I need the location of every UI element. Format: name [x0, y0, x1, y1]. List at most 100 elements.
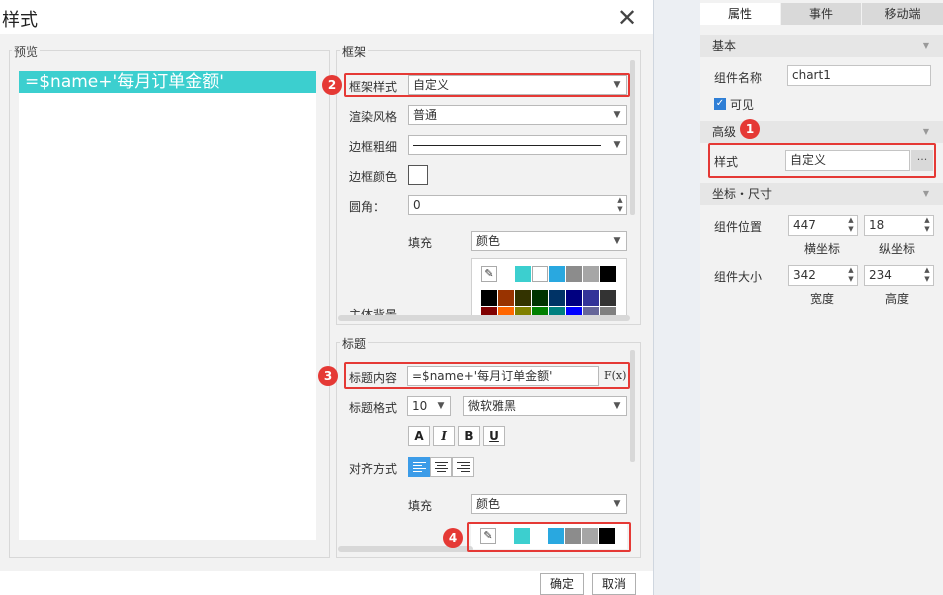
highlight-title-palette	[467, 522, 631, 552]
color-swatch[interactable]	[549, 290, 565, 306]
x-position-value: 447	[793, 218, 816, 232]
color-swatch[interactable]	[566, 307, 582, 315]
preview-label: 预览	[12, 43, 41, 60]
color-swatch[interactable]	[566, 290, 582, 306]
color-swatch[interactable]	[566, 266, 582, 282]
stepper-icon[interactable]: ▲ ▼	[921, 216, 933, 235]
color-swatch[interactable]	[600, 307, 616, 315]
highlight-style-field	[708, 143, 936, 178]
font-size-value: 10	[412, 399, 428, 413]
section-basic-label: 基本	[712, 39, 737, 53]
align-center-icon[interactable]	[430, 457, 452, 477]
stepper-icon[interactable]: ▲ ▼	[921, 266, 933, 285]
italic-button[interactable]: I	[433, 426, 455, 446]
section-advanced[interactable]: 高级 ▼	[700, 121, 943, 143]
chevron-down-icon: ▼	[613, 140, 621, 150]
tab-properties[interactable]: 属性	[700, 3, 780, 25]
frame-fill-value: 颜色	[476, 234, 501, 248]
color-swatch[interactable]	[515, 290, 531, 306]
radius-input[interactable]: 0 ▲ ▼	[408, 195, 627, 215]
color-swatch[interactable]	[583, 266, 599, 282]
frame-color-palette: ✎	[471, 258, 627, 315]
preview-canvas: =$name+'每月订单金额'	[19, 71, 316, 540]
height-caption: 高度	[885, 292, 910, 306]
color-swatch[interactable]	[600, 266, 616, 282]
border-line-preview	[413, 145, 601, 146]
stepper-icon[interactable]: ▲ ▼	[845, 266, 857, 285]
component-name-input[interactable]: chart1	[787, 65, 931, 86]
color-swatch[interactable]	[532, 266, 548, 282]
width-input[interactable]: 342 ▲ ▼	[788, 265, 858, 286]
frame-fill-select[interactable]: 颜色 ▼	[471, 231, 627, 251]
color-swatch[interactable]	[549, 266, 565, 282]
chevron-down-icon: ▼	[922, 189, 929, 198]
chevron-down-icon: ▼	[437, 401, 445, 411]
align-label: 对齐方式	[349, 462, 398, 476]
stepper-icon[interactable]: ▲ ▼	[845, 216, 857, 235]
color-swatch[interactable]	[549, 307, 565, 315]
title-fill-label: 填充	[408, 499, 433, 513]
title-format-label: 标题格式	[349, 401, 398, 415]
title-group-label: 标题	[340, 335, 369, 352]
font-family-select[interactable]: 微软雅黑 ▼	[463, 396, 627, 416]
color-swatch[interactable]	[583, 290, 599, 306]
chevron-down-icon: ▼	[613, 236, 621, 246]
visible-checkbox[interactable]: ✓	[714, 98, 726, 110]
align-left-icon[interactable]	[408, 457, 430, 477]
underline-button[interactable]: U	[483, 426, 505, 446]
radius-value: 0	[413, 198, 421, 212]
border-width-select[interactable]: ▼	[408, 135, 627, 155]
y-position-value: 18	[869, 218, 885, 232]
annotation-badge-2: 2	[322, 75, 342, 95]
color-swatch[interactable]	[481, 307, 497, 315]
chevron-down-icon: ▼	[613, 110, 621, 120]
color-swatch[interactable]	[498, 307, 514, 315]
close-icon[interactable]: ✕	[614, 6, 640, 32]
color-swatch[interactable]	[515, 266, 531, 282]
render-style-select[interactable]: 普通 ▼	[408, 105, 627, 125]
tab-events[interactable]: 事件	[781, 3, 861, 25]
annotation-badge-1: 1	[740, 119, 760, 139]
color-swatch[interactable]	[583, 307, 599, 315]
color-swatch[interactable]	[532, 307, 548, 315]
ok-button[interactable]: 确定	[540, 573, 584, 595]
frame-h-scrollbar[interactable]	[338, 315, 630, 321]
size-label: 组件大小	[714, 270, 763, 284]
font-color-button[interactable]: A	[408, 426, 430, 446]
title-fill-select[interactable]: 颜色 ▼	[471, 494, 627, 514]
highlight-title-content	[344, 362, 630, 389]
chevron-down-icon: ▼	[613, 499, 621, 509]
height-value: 234	[869, 268, 892, 282]
section-basic[interactable]: 基本 ▼	[700, 35, 943, 57]
border-color-picker[interactable]	[408, 165, 428, 185]
color-swatch[interactable]	[600, 290, 616, 306]
section-coord-size[interactable]: 坐标・尺寸 ▼	[700, 183, 943, 205]
stepper-icon[interactable]: ▲ ▼	[614, 196, 626, 214]
color-swatch[interactable]	[532, 290, 548, 306]
section-coord-label: 坐标・尺寸	[712, 187, 773, 201]
color-swatch[interactable]	[498, 290, 514, 306]
title-scrollbar[interactable]	[630, 350, 635, 462]
frame-scrollbar[interactable]	[630, 60, 635, 215]
width-caption: 宽度	[810, 292, 835, 306]
x-position-input[interactable]: 447 ▲ ▼	[788, 215, 858, 236]
align-right-icon[interactable]	[452, 457, 474, 477]
chevron-down-icon: ▼	[922, 41, 929, 50]
chevron-down-icon: ▼	[613, 401, 621, 411]
color-swatch[interactable]	[515, 307, 531, 315]
y-position-input[interactable]: 18 ▲ ▼	[864, 215, 934, 236]
component-name-label: 组件名称	[714, 71, 763, 85]
chevron-down-icon: ▼	[922, 127, 929, 136]
position-label: 组件位置	[714, 220, 763, 234]
color-swatch[interactable]	[481, 290, 497, 306]
cancel-button[interactable]: 取消	[592, 573, 636, 595]
eyedropper-icon[interactable]: ✎	[481, 266, 497, 282]
height-input[interactable]: 234 ▲ ▼	[864, 265, 934, 286]
font-size-select[interactable]: 10 ▼	[407, 396, 451, 416]
dialog-title: 样式	[2, 10, 38, 31]
annotation-badge-4: 4	[443, 528, 463, 548]
bold-button[interactable]: B	[458, 426, 480, 446]
render-style-label: 渲染风格	[349, 110, 398, 124]
tab-mobile[interactable]: 移动端	[862, 3, 943, 25]
preview-title-text: =$name+'每月订单金额'	[19, 71, 316, 93]
